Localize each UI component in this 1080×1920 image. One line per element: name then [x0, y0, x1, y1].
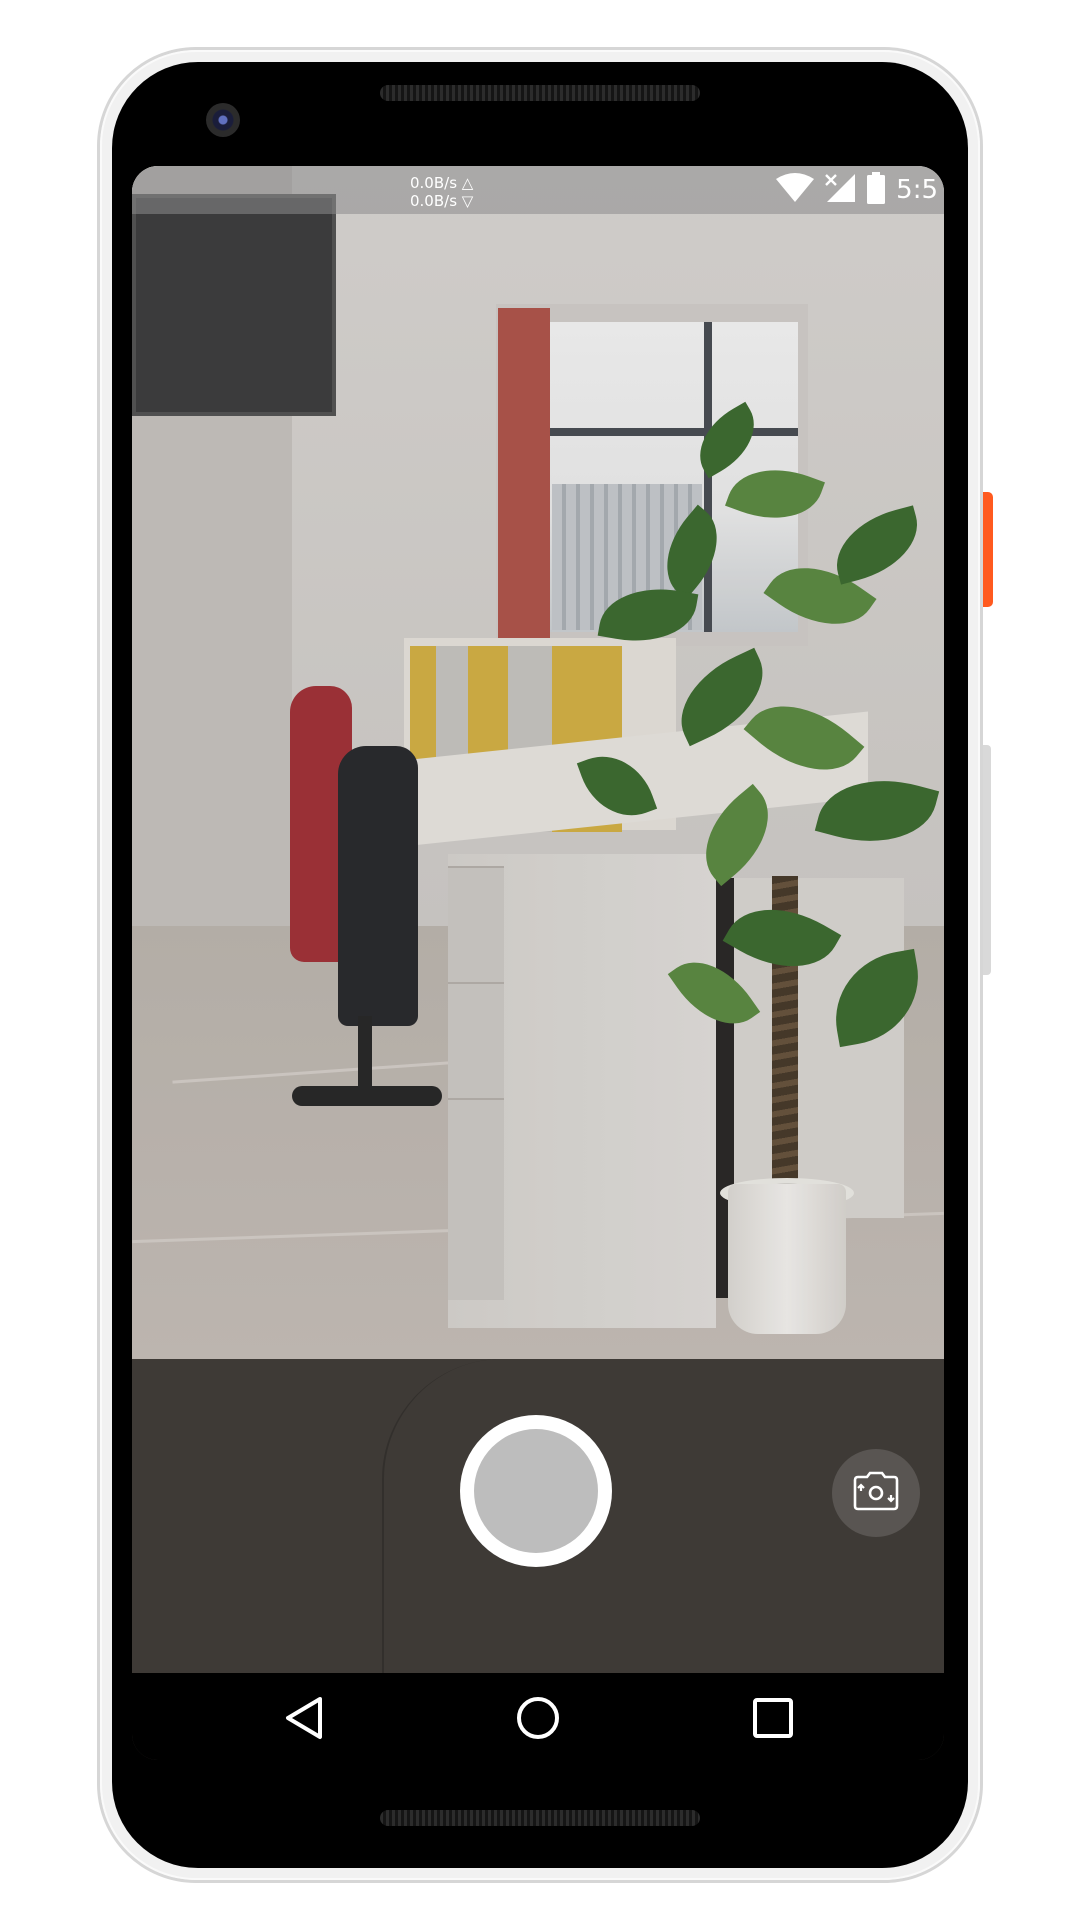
home-icon	[515, 1695, 561, 1746]
status-bar: 0.0B/s △ 0.0B/s ▽ 5:5	[132, 166, 944, 214]
download-speed: 0.0B/s ▽	[410, 192, 474, 210]
shutter-button[interactable]	[460, 1415, 612, 1567]
recents-icon	[752, 1697, 794, 1744]
phone-screen: 0.0B/s △ 0.0B/s ▽ 5:5	[132, 166, 944, 1760]
bottom-speaker-grille	[380, 1810, 700, 1826]
status-icons: 5:5	[776, 171, 938, 209]
device-mockup: 0.0B/s △ 0.0B/s ▽ 5:5	[0, 0, 1080, 1920]
nav-back-button[interactable]	[279, 1695, 329, 1745]
front-camera-lens	[206, 103, 240, 137]
viewfinder-shade	[132, 166, 944, 1359]
switch-camera-icon	[853, 1471, 899, 1516]
top-speaker-grille	[380, 85, 700, 101]
power-button	[983, 492, 993, 607]
shutter-inner-circle	[474, 1429, 598, 1553]
upload-speed: 0.0B/s △	[410, 174, 474, 192]
nav-home-button[interactable]	[513, 1695, 563, 1745]
battery-icon	[866, 171, 886, 209]
camera-controls-panel	[132, 1359, 944, 1673]
network-speed-indicator: 0.0B/s △ 0.0B/s ▽	[410, 174, 473, 210]
camera-viewfinder[interactable]	[132, 166, 944, 1359]
volume-rocker	[983, 745, 991, 975]
status-clock: 5:5	[896, 175, 938, 205]
back-icon	[283, 1695, 325, 1746]
nav-recents-button[interactable]	[748, 1695, 798, 1745]
wifi-icon	[776, 172, 815, 208]
navigation-bar	[132, 1673, 944, 1760]
switch-camera-button[interactable]	[832, 1449, 920, 1537]
cell-signal-no-service-icon	[824, 173, 856, 208]
